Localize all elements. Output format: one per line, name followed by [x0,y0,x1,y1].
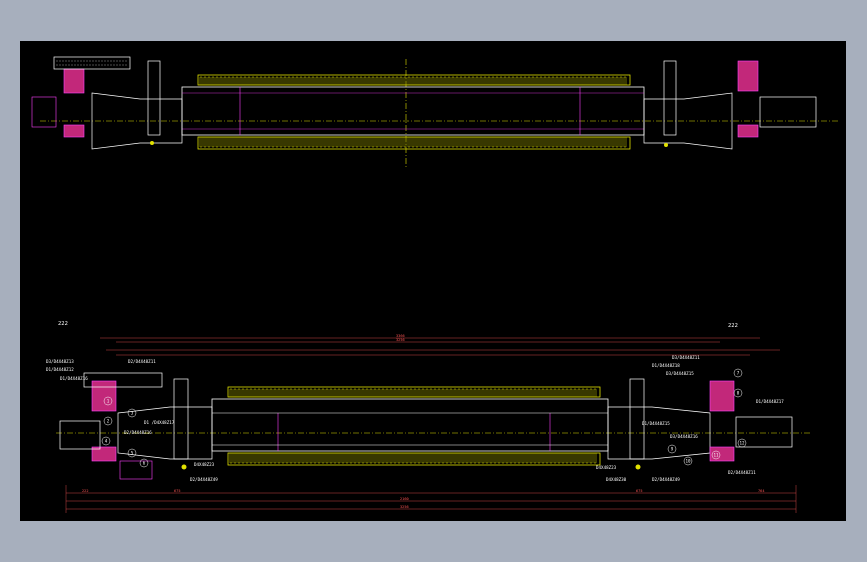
part-label: D1/D4X48Z15 [642,421,670,426]
top-left-bearing-housing [147,60,161,136]
roller-teeth [229,388,597,397]
part-label: D1 /D4X48Z17 [144,420,175,425]
top-left-bracket-hatch [56,60,128,66]
top-right-hub [737,60,759,92]
balloon-number: 2 [107,418,110,423]
balloon-number: 7 [737,370,740,375]
bottom-teeth-upper [229,388,597,397]
bottom-teeth-lower [229,453,597,464]
bottom-right-bearing-housing [629,378,645,460]
roller-teeth [199,137,627,148]
part-label: D1/D4X48Z12 [46,367,74,372]
top-view [31,56,840,169]
part-label: D1/D4X48Z17 [756,399,784,404]
part-label: D1/D4X48Z16 [60,376,88,381]
part-label: D1/D4X48Z18 [652,363,680,368]
part-label: D2/D4X48Z16 [124,430,152,435]
dim-right-b: 764 [758,489,765,493]
part-balloons: 123456789101112 [101,368,747,468]
top-right-bearing-housing [663,60,677,136]
dim-bottom-main: 2160 [400,497,409,501]
roller-assembly-drawing: 222 222 3366 3256 D3/D4X48Z13 D1/D4X48Z1… [31,56,840,513]
balloon-number: 10 [685,458,691,463]
top-left-hub-lower [63,124,85,138]
part-label: D2/D4X48Z11 [728,470,756,475]
bottom-left-bearing-housing [173,378,189,460]
part-label: D3/D4X48Z13 [46,359,74,364]
bottom-right-hub [709,380,735,412]
top-left-hub [63,68,85,94]
top-left-coupling [31,96,57,128]
top-right-drive-shaft [759,96,817,128]
part-label: D4X48Z30 [606,477,627,482]
top-roller-body [181,86,645,136]
balloon-number: 9 [671,446,674,451]
balloon-number: 8 [737,390,740,395]
part-label: D2/D4X48Z49 [652,477,680,482]
dim-bottom-total: 3256 [400,505,409,509]
dim-right-a: 675 [636,489,643,493]
part-label: D4X48Z23 [194,462,215,467]
roller-teeth [229,453,597,464]
part-label: D3/D4X48Z11 [672,355,700,360]
part-label: D3/D4X48Z15 [666,371,694,376]
top-left-grease-marker [150,141,154,145]
top-teeth-lower [199,137,627,148]
part-labels-left: D3/D4X48Z13 D1/D4X48Z12 D1/D4X48Z16 D2/D… [46,359,218,482]
part-label: D4X48Z23 [596,465,617,470]
bottom-left-coupling [59,420,101,450]
dim-left-a: 222 [82,489,89,493]
top-right-grease-marker [664,143,668,147]
dim-top-inner: 3256 [396,338,405,342]
balloon-number: 4 [105,438,108,443]
dim-left-b: 675 [174,489,181,493]
cad-drawing-viewport[interactable]: 222 222 3366 3256 D3/D4X48Z13 D1/D4X48Z1… [20,41,846,521]
part-label: D2/D4X48Z49 [190,477,218,482]
balloon-number: 12 [739,440,745,445]
roller-teeth [199,76,627,85]
section-label-right: 222 [728,323,738,329]
part-label: D2/D4X48Z11 [128,359,156,364]
bottom-view: 222 222 3366 3256 D3/D4X48Z13 D1/D4X48Z1… [46,321,810,513]
bottom-roller-body [211,398,609,452]
part-label: D3/D4X48Z16 [670,434,698,439]
bottom-left-grease-marker [181,464,187,470]
bottom-left-hub [91,380,117,412]
top-teeth-upper [199,76,627,85]
top-right-hub-lower [737,124,759,138]
bottom-right-grease-marker [635,464,641,470]
top-left-bracket [53,56,131,70]
bottom-left-base [119,460,153,480]
balloon-number: 11 [713,452,719,457]
section-label-left: 222 [58,321,68,327]
